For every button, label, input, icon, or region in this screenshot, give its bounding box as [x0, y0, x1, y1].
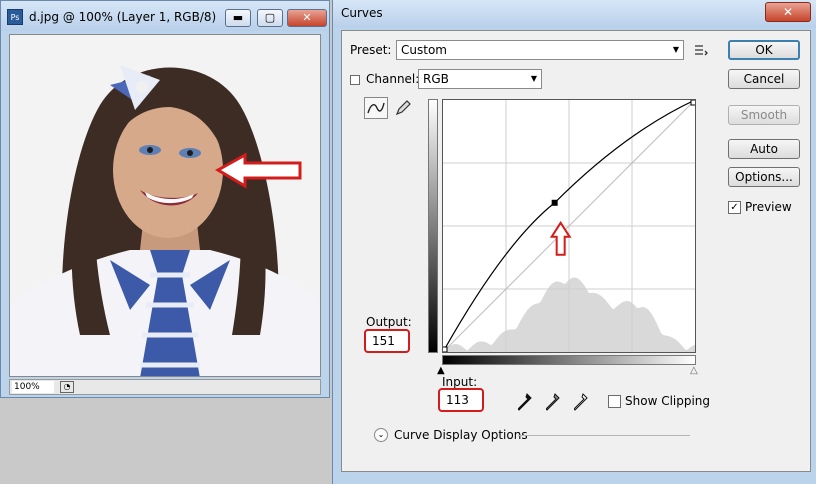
- channel-label: Channel:: [366, 72, 420, 86]
- show-clipping-checkbox[interactable]: [608, 395, 621, 408]
- input-label: Input:: [442, 375, 478, 389]
- preset-select[interactable]: Custom ▼: [396, 40, 684, 60]
- document-title: d.jpg @ 100% (Layer 1, RGB/8): [29, 10, 217, 24]
- preset-value: Custom: [401, 43, 447, 57]
- chevron-down-icon: ▼: [672, 45, 679, 54]
- input-field[interactable]: 113: [438, 388, 484, 412]
- ok-button[interactable]: OK: [728, 40, 800, 60]
- portrait-photo: [10, 35, 320, 376]
- curves-window: Curves ✕ Preset: Custom ▼ Channel: RGB ▼: [332, 0, 816, 484]
- curve-icon: [367, 102, 385, 114]
- preview-checkbox[interactable]: ✓: [728, 201, 741, 214]
- channel-select[interactable]: RGB ▼: [418, 69, 542, 89]
- curve-point-tool-button[interactable]: [364, 97, 388, 119]
- preset-label: Preset:: [350, 43, 392, 57]
- maximize-button[interactable]: ▢: [257, 9, 283, 27]
- output-field[interactable]: 151: [364, 329, 410, 353]
- output-gradient-bar: [428, 99, 438, 353]
- channel-value: RGB: [423, 72, 449, 86]
- document-canvas[interactable]: [9, 34, 321, 377]
- black-eyedropper-icon[interactable]: [517, 393, 532, 411]
- document-close-button[interactable]: ✕: [287, 9, 327, 27]
- show-clipping-label: Show Clipping: [625, 394, 711, 408]
- gray-eyedropper-icon[interactable]: [545, 393, 560, 411]
- channel-box-icon: [350, 75, 360, 85]
- smooth-button[interactable]: Smooth: [728, 105, 800, 125]
- chevron-down-icon: ▼: [530, 74, 537, 83]
- curves-dialog: Preset: Custom ▼ Channel: RGB ▼ ▲ △ Outp…: [341, 30, 811, 472]
- options-button[interactable]: Options...: [728, 167, 800, 187]
- minimize-button[interactable]: ▬: [225, 9, 251, 27]
- curve-graph[interactable]: [441, 99, 697, 353]
- preview-label: Preview: [745, 200, 792, 214]
- white-point-slider[interactable]: △: [690, 365, 698, 376]
- photoshop-icon: Ps: [7, 9, 23, 25]
- curve-endpoint-black: [441, 346, 448, 353]
- expand-chevron-icon[interactable]: ⌄: [374, 428, 388, 442]
- curves-titlebar[interactable]: Curves ✕: [333, 0, 816, 28]
- pencil-icon[interactable]: [394, 99, 412, 117]
- preset-options-icon[interactable]: [694, 43, 708, 57]
- curve-endpoint-white: [690, 99, 697, 106]
- input-gradient-bar: [442, 355, 696, 365]
- cancel-button[interactable]: Cancel: [728, 69, 800, 89]
- navigator-icon[interactable]: ◔: [60, 381, 74, 393]
- divider: [518, 435, 690, 436]
- document-statusbar: 100% ◔: [9, 379, 321, 395]
- curve-control-point: [551, 199, 558, 206]
- curves-title: Curves: [341, 6, 383, 20]
- white-eyedropper-icon[interactable]: [573, 393, 588, 411]
- zoom-field[interactable]: 100%: [12, 381, 54, 393]
- output-label: Output:: [366, 315, 412, 329]
- curves-close-button[interactable]: ✕: [765, 2, 811, 22]
- auto-button[interactable]: Auto: [728, 139, 800, 159]
- document-window: Ps d.jpg @ 100% (Layer 1, RGB/8) ▬ ▢ ✕ 1…: [0, 0, 330, 398]
- document-titlebar[interactable]: Ps d.jpg @ 100% (Layer 1, RGB/8) ▬ ▢ ✕: [1, 1, 329, 31]
- curve-plot: [441, 99, 697, 353]
- curve-display-options-label[interactable]: Curve Display Options: [394, 428, 528, 442]
